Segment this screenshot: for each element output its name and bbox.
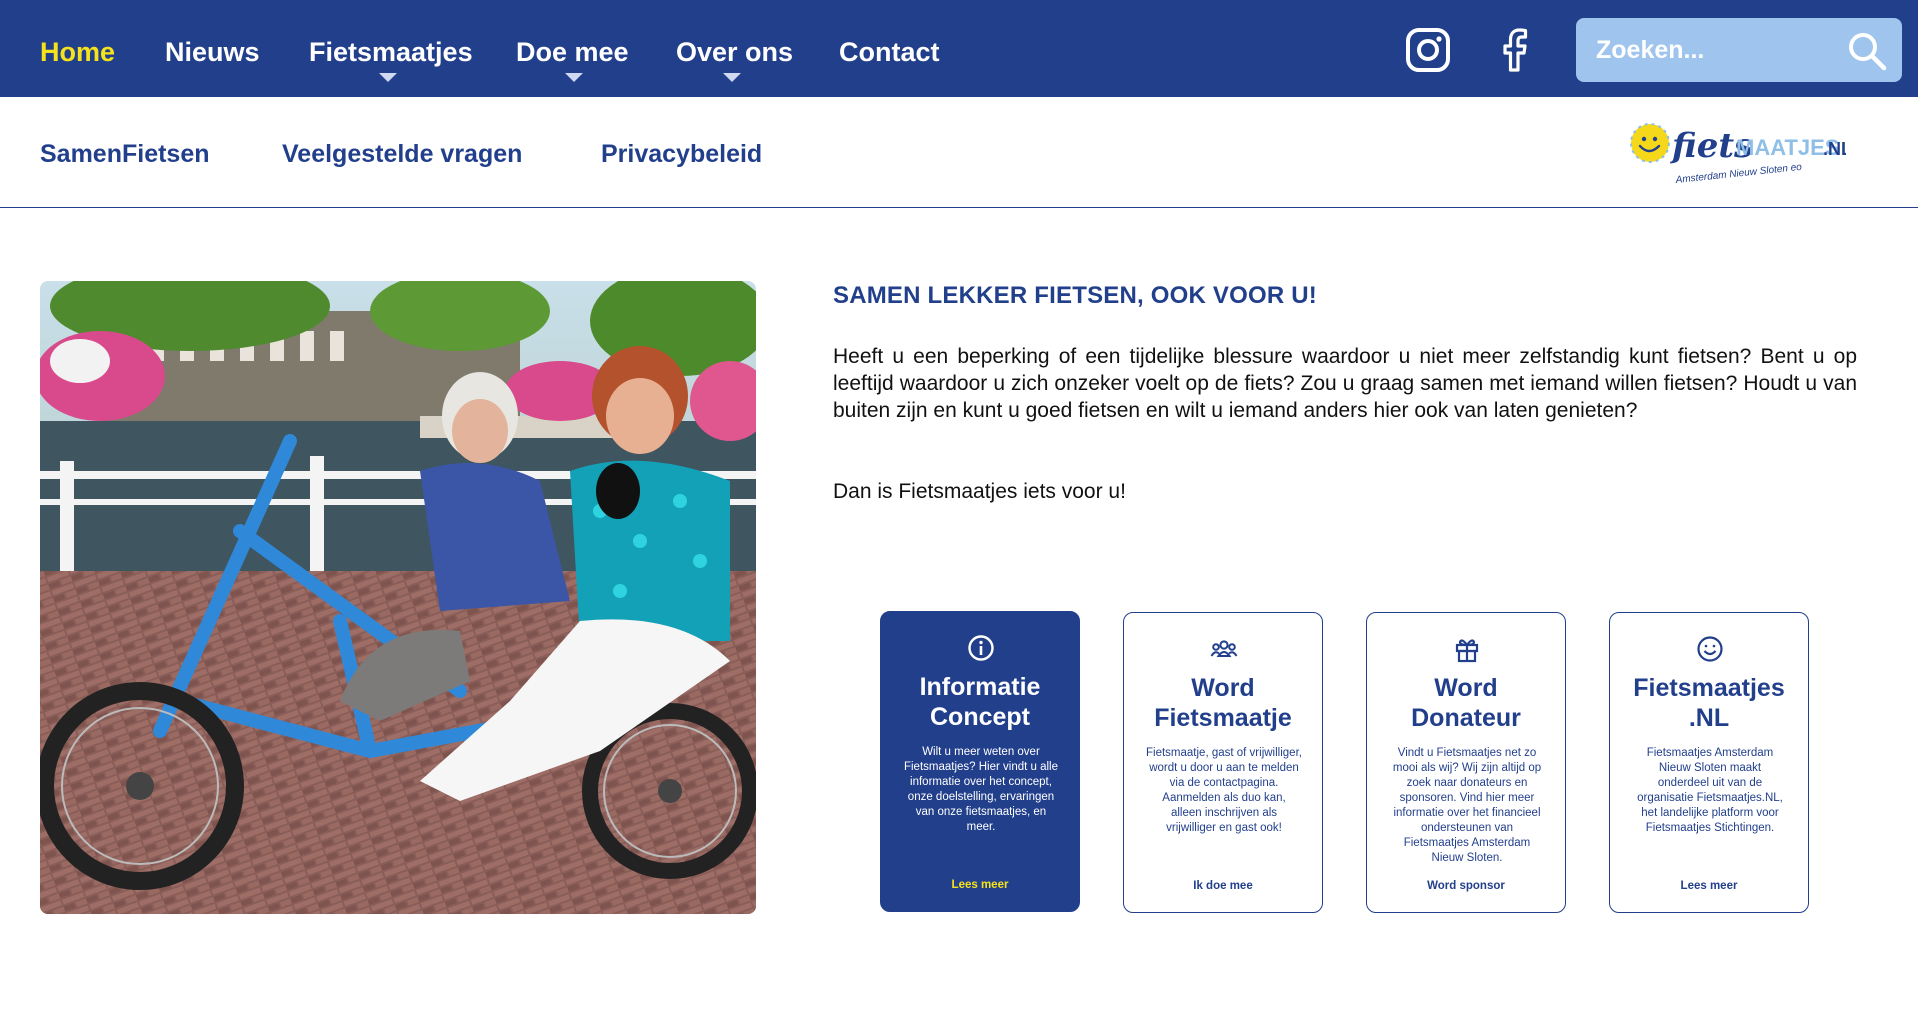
facebook-icon[interactable] (1491, 26, 1539, 74)
smiley-icon (1696, 635, 1724, 663)
intro-paragraph: Heeft u een beperking of een tijdelijke … (833, 345, 1857, 422)
card-description: Vindt u Fietsmaatjes net zo mooi als wij… (1392, 747, 1542, 864)
nav-item-doe-mee[interactable]: Doe mee (516, 37, 629, 68)
chevron-down-icon[interactable] (379, 73, 397, 82)
subnav-item-privacybeleid[interactable]: Privacybeleid (601, 140, 762, 169)
nav-item-home[interactable]: Home (40, 37, 115, 68)
search-placeholder: Zoeken... (1596, 36, 1705, 64)
nav-item-fietsmaatjes[interactable]: Fietsmaatjes (309, 37, 473, 68)
nav-item-over-ons[interactable]: Over ons (676, 37, 793, 68)
page-headline: SAMEN LEKKER FIETSEN, OOK VOOR U! (833, 282, 1317, 309)
info-icon (967, 634, 995, 662)
card-fietsmaatjes-nl[interactable]: Fietsmaatjes .NL Fietsmaatjes Amsterdam N… (1609, 612, 1809, 913)
card-title: Word Fietsmaatje (1154, 674, 1292, 732)
card-link-word-sponsor[interactable]: Word sponsor (1367, 880, 1565, 892)
search-input[interactable]: Zoeken... (1576, 18, 1902, 82)
card-title: Informatie Concept (919, 673, 1041, 731)
card-description: Wilt u meer weten over Fietsmaatjes? Hie… (903, 746, 1059, 833)
hero-photo (40, 281, 756, 914)
card-description: Fietsmaatje, gast of vrijwilliger, wordt… (1146, 747, 1302, 834)
intro-paragraph-closing: Dan is Fietsmaatjes iets voor u! (833, 480, 1126, 503)
nav-item-contact[interactable]: Contact (839, 37, 940, 68)
card-link-lees-meer[interactable]: Lees meer (1610, 880, 1808, 892)
fietsmaatjes-logo[interactable]: fiets MAATJES .NL Amsterdam Nieuw Sloten… (1626, 115, 1852, 195)
gift-icon (1453, 635, 1481, 663)
card-description: Fietsmaatjes Amsterdam Nieuw Sloten maak… (1637, 747, 1783, 834)
card-word-fietsmaatje[interactable]: Word Fietsmaatje Fietsmaatje, gast of vri… (1123, 612, 1323, 913)
people-group-icon (1210, 635, 1238, 663)
card-link-ik-doe-mee[interactable]: Ik doe mee (1124, 880, 1322, 892)
card-link-lees-meer[interactable]: Lees meer (881, 879, 1079, 891)
instagram-icon[interactable] (1404, 26, 1452, 74)
subnav-item-samenfietsen[interactable]: SamenFietsen (40, 140, 210, 169)
card-title: Word Donateur (1411, 674, 1521, 732)
subnav-item-veelgestelde-vragen[interactable]: Veelgestelde vragen (282, 140, 522, 169)
card-informatie-concept[interactable]: Informatie Concept Wilt u meer weten over… (880, 611, 1080, 912)
card-title: Fietsmaatjes .NL (1633, 674, 1785, 732)
search-icon[interactable] (1846, 30, 1888, 72)
chevron-down-icon[interactable] (723, 73, 741, 82)
svg-text:.NL: .NL (1823, 139, 1846, 159)
card-word-donateur[interactable]: Word Donateur Vindt u Fietsmaatjes net zo… (1366, 612, 1566, 913)
nav-item-nieuws[interactable]: Nieuws (165, 37, 260, 68)
top-navigation-bar: Home Nieuws Fietsmaatjes Doe mee Over on… (0, 0, 1918, 97)
chevron-down-icon[interactable] (565, 73, 583, 82)
